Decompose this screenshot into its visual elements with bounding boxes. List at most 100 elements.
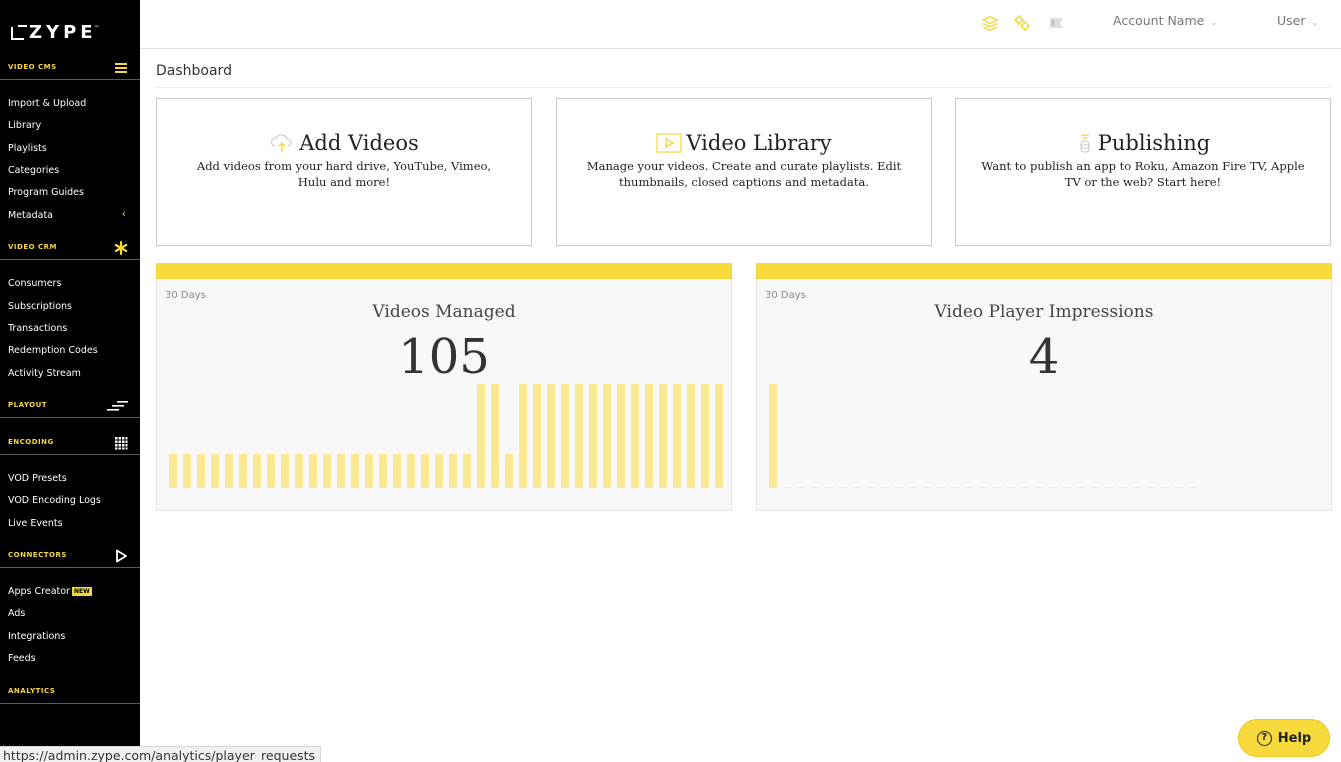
video-library-card[interactable]: Video Library Manage your videos. Create… xyxy=(556,98,932,246)
spark-bar xyxy=(533,384,541,488)
page-title: Dashboard xyxy=(156,63,232,79)
ticket-icon[interactable] xyxy=(1047,14,1065,32)
spark-bar xyxy=(1007,487,1015,488)
sidebar-item-activity-stream[interactable]: Activity Stream xyxy=(8,368,81,380)
sidebar-item-library[interactable]: Library xyxy=(8,120,41,132)
spark-bar xyxy=(715,384,723,488)
spark-bar xyxy=(1049,487,1057,488)
add-videos-card[interactable]: Add Videos Add videos from your hard dri… xyxy=(156,98,532,246)
stat-title: Video Player Impressions xyxy=(934,302,1154,322)
card-header: Publishing xyxy=(956,131,1330,155)
card-description: Want to publish an app to Roku, Amazon F… xyxy=(981,159,1305,189)
section-playout[interactable]: PLAYOUT xyxy=(0,394,140,418)
sidebar-item-categories[interactable]: Categories xyxy=(8,165,59,177)
spark-bar xyxy=(575,384,583,488)
sidebar-item-playlists[interactable]: Playlists xyxy=(8,143,47,155)
status-bar-url: https://admin.zype.com/analytics/player_… xyxy=(0,746,322,762)
spark-bar xyxy=(211,454,219,488)
section-label: ENCODING xyxy=(8,438,54,446)
account-name: Account Name xyxy=(1113,13,1205,28)
spark-bar xyxy=(1161,487,1169,488)
stat-period: 30 Days xyxy=(765,290,806,301)
spark-bar xyxy=(687,384,695,488)
gears-icon[interactable] xyxy=(1013,14,1031,32)
spark-bar xyxy=(1147,487,1155,488)
publishing-card[interactable]: Publishing Want to publish an app to Rok… xyxy=(955,98,1331,246)
help-button[interactable]: ? Help xyxy=(1238,719,1330,757)
chevron-left-icon[interactable]: ‹ xyxy=(122,207,126,220)
new-badge: NEW xyxy=(71,587,92,596)
playout-lines-icon[interactable] xyxy=(107,399,129,413)
spark-bar xyxy=(379,454,387,488)
card-title: Publishing xyxy=(1097,131,1211,155)
logo-mark xyxy=(11,24,27,40)
card-header: Add Videos xyxy=(157,131,531,155)
spark-bar xyxy=(491,384,499,488)
section-label: ANALYTICS xyxy=(8,687,56,695)
spark-bar xyxy=(673,384,681,488)
sidebar-item-feeds[interactable]: Feeds xyxy=(8,653,36,665)
sidebar-item-transactions[interactable]: Transactions xyxy=(8,323,67,335)
sidebar-item-consumers[interactable]: Consumers xyxy=(8,278,61,290)
chevron-down-icon: ⌄ xyxy=(1311,18,1319,27)
sidebar-item-label: Apps Creator xyxy=(8,586,70,597)
spark-bar xyxy=(701,384,709,488)
sidebar-item-ads[interactable]: Ads xyxy=(8,608,25,620)
card-title: Add Videos xyxy=(299,131,419,155)
sidebar: ZYPE ™ VIDEO CMS Import & Upload Library… xyxy=(0,0,140,762)
videos-managed-panel[interactable]: 30 Days Videos Managed 105 xyxy=(156,263,732,511)
section-connectors[interactable]: CONNECTORS xyxy=(0,544,140,568)
spark-bar xyxy=(561,384,569,488)
section-encoding[interactable]: ENCODING xyxy=(0,431,140,455)
sidebar-item-vod-encoding-logs[interactable]: VOD Encoding Logs xyxy=(8,495,101,507)
card-description: Add videos from your hard drive, YouTube… xyxy=(196,159,492,189)
section-video-crm[interactable]: VIDEO CRM xyxy=(0,236,140,260)
sidebar-item-program-guides[interactable]: Program Guides xyxy=(8,187,84,199)
sidebar-item-subscriptions[interactable]: Subscriptions xyxy=(8,301,72,313)
spark-bar xyxy=(183,454,191,488)
spark-bar xyxy=(589,384,597,488)
spark-bar xyxy=(825,487,833,488)
spark-bar xyxy=(1091,487,1099,488)
asterisk-icon[interactable] xyxy=(114,241,128,255)
stack-icon[interactable] xyxy=(981,14,999,32)
sidebar-item-live-events[interactable]: Live Events xyxy=(8,518,63,530)
spark-bar xyxy=(1021,487,1029,488)
play-outline-icon[interactable] xyxy=(114,549,128,563)
sidebar-item-vod-presets[interactable]: VOD Presets xyxy=(8,473,67,485)
card-header: Video Library xyxy=(557,131,931,155)
spark-bar xyxy=(323,454,331,488)
spark-bar xyxy=(895,487,903,488)
grid-icon[interactable] xyxy=(114,436,128,450)
spark-bar xyxy=(839,487,847,488)
user-menu[interactable]: User ⌄ xyxy=(1277,13,1318,28)
spark-bar xyxy=(253,454,261,488)
section-analytics[interactable]: ANALYTICS xyxy=(0,680,140,704)
sidebar-item-metadata[interactable]: Metadata xyxy=(8,210,53,222)
spark-bar xyxy=(1175,487,1183,488)
account-menu[interactable]: Account Name ⌄ xyxy=(1113,13,1217,28)
spark-bar xyxy=(449,454,457,488)
card-title: Video Library xyxy=(686,131,832,155)
user-name: User xyxy=(1277,13,1306,28)
top-header: Account Name ⌄ User ⌄ xyxy=(140,0,1341,49)
player-impressions-panel[interactable]: 30 Days Video Player Impressions 4 xyxy=(756,263,1332,511)
stat-period: 30 Days xyxy=(165,290,206,301)
sparkline-chart xyxy=(167,382,723,488)
spark-bar xyxy=(1077,487,1085,488)
spark-bar xyxy=(881,487,889,488)
sidebar-item-redemption-codes[interactable]: Redemption Codes xyxy=(8,345,98,357)
sidebar-item-import-upload[interactable]: Import & Upload xyxy=(8,98,86,110)
spark-bar xyxy=(993,487,1001,488)
sidebar-item-integrations[interactable]: Integrations xyxy=(8,631,65,643)
spark-bar xyxy=(463,454,471,488)
spark-bar xyxy=(407,454,415,488)
menu-lines-icon[interactable] xyxy=(114,61,128,75)
section-label: PLAYOUT xyxy=(8,401,48,409)
sidebar-item-apps-creator[interactable]: Apps Creator NEW xyxy=(8,586,92,598)
zype-logo[interactable]: ZYPE ™ xyxy=(11,24,100,42)
spark-bar xyxy=(909,487,917,488)
spark-bar xyxy=(979,487,987,488)
section-label: CONNECTORS xyxy=(8,551,67,559)
section-video-cms[interactable]: VIDEO CMS xyxy=(0,56,140,80)
